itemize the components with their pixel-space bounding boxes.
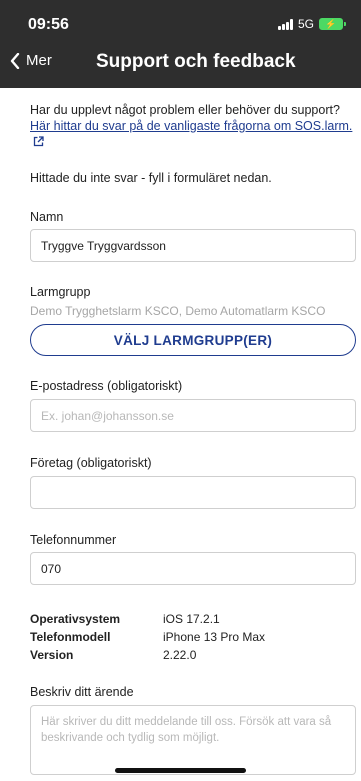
intro-question: Har du upplevt något problem eller behöv… <box>30 103 340 117</box>
email-input[interactable] <box>30 399 356 432</box>
version-key: Version <box>30 648 74 662</box>
email-label: E-postadress (obligatoriskt) <box>30 379 183 393</box>
description-label: Beskriv ditt ärende <box>30 685 134 699</box>
page-title: Support och feedback <box>96 51 296 72</box>
faq-link[interactable]: Här hittar du svar på de vanligaste fråg… <box>30 119 352 133</box>
network-label: 5G <box>297 17 314 31</box>
model-key: Telefonmodell <box>30 630 111 644</box>
model-value: iPhone 13 Pro Max <box>163 630 266 644</box>
company-input[interactable] <box>30 476 356 509</box>
external-link-icon[interactable] <box>33 136 44 147</box>
not-found-text: Hittade du inte svar - fyll i formuläret… <box>30 171 272 185</box>
intro-text: Har du upplevt något problem eller behöv… <box>30 102 358 150</box>
alarm-group-label: Larmgrupp <box>30 285 91 299</box>
status-time: 09:56 <box>28 16 69 33</box>
back-button[interactable]: Mer <box>10 52 52 69</box>
os-value: iOS 17.2.1 <box>163 612 220 626</box>
phone-input[interactable]: 070 <box>30 552 356 585</box>
description-textarea[interactable]: Här skriver du ditt meddelande till oss.… <box>30 705 356 775</box>
company-label: Företag (obligatoriskt) <box>30 456 152 470</box>
phone-label: Telefonnummer <box>30 533 117 547</box>
app-header: 09:56 5G ⚡ Mer Support och feedback <box>0 0 361 88</box>
os-key: Operativsystem <box>30 612 121 626</box>
back-label: Mer <box>26 52 52 69</box>
version-value: 2.22.0 <box>163 648 197 662</box>
name-input[interactable]: Tryggve Tryggvardsson <box>30 229 356 262</box>
chevron-left-icon <box>10 52 20 69</box>
home-indicator <box>115 768 246 773</box>
name-label: Namn <box>30 210 64 224</box>
signal-bars-icon <box>277 18 293 30</box>
select-alarm-group-button[interactable]: VÄLJ LARMGRUPP(ER) <box>30 324 356 356</box>
alarm-group-selected: Demo Trygghetslarm KSCO, Demo Automatlar… <box>30 304 326 318</box>
status-indicators: 5G ⚡ <box>277 17 346 31</box>
battery-charging-icon: ⚡ <box>319 18 346 30</box>
